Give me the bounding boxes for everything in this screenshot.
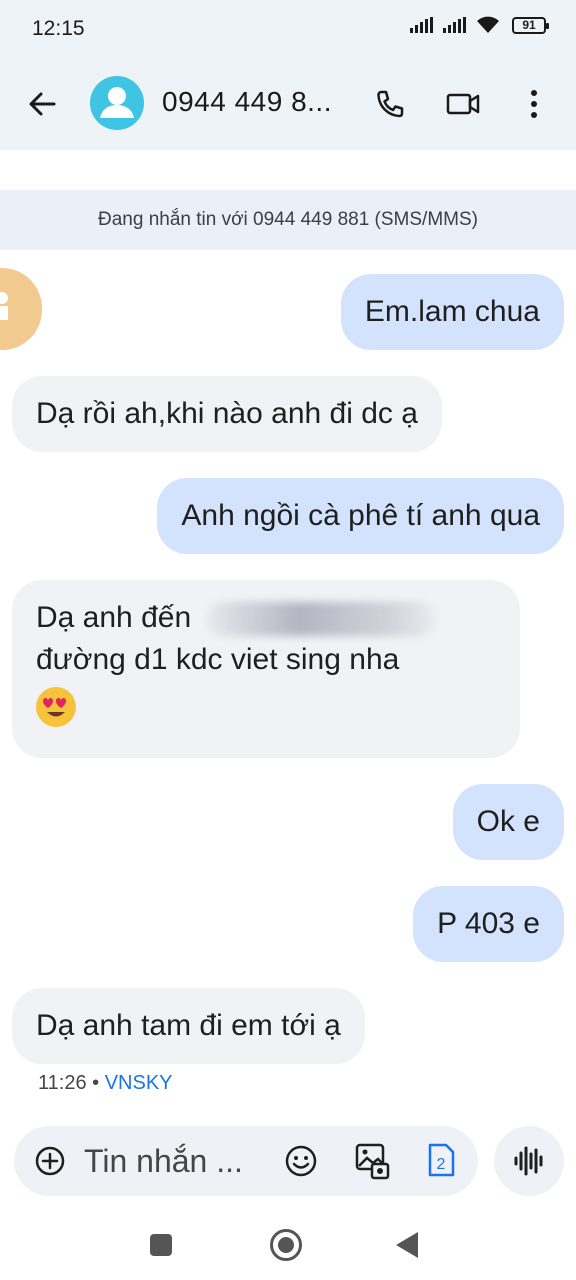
- compose-bar: Tin nhắn ... 2: [14, 1126, 478, 1196]
- message-bubble-incoming[interactable]: Dạ anh tam đi em tới ạ: [12, 988, 365, 1064]
- redacted-text-blur: [207, 602, 436, 637]
- contact-avatar[interactable]: [90, 76, 144, 130]
- message-bubble-incoming[interactable]: Dạ anh đến đường d1 kdc viet sing nha: [12, 580, 520, 758]
- signal-icon: [443, 17, 466, 33]
- sms-info-banner: Đang nhắn tin với 0944 449 881 (SMS/MMS): [0, 190, 576, 250]
- sim-card-icon[interactable]: 2: [426, 1142, 456, 1178]
- back-triangle-icon[interactable]: [396, 1232, 418, 1258]
- phone-icon[interactable]: [372, 86, 408, 122]
- message-bubble-outgoing[interactable]: Ok e: [452, 784, 564, 860]
- video-icon[interactable]: [444, 86, 482, 122]
- sim-number: 2: [437, 1156, 446, 1173]
- battery-icon: 91: [512, 16, 549, 34]
- voice-message-button[interactable]: [494, 1126, 564, 1196]
- app-bar: 0944 449 8...: [0, 58, 576, 150]
- meta-separator: •: [92, 1072, 100, 1094]
- message-bubble-outgoing[interactable]: Anh ngồi cà phê tí anh qua: [157, 478, 564, 554]
- message-line: [36, 685, 496, 728]
- back-arrow-icon[interactable]: [24, 86, 60, 122]
- message-input[interactable]: Tin nhắn ...: [84, 1140, 243, 1182]
- gallery-icon[interactable]: [354, 1142, 390, 1180]
- message-line: Dạ anh đến: [36, 597, 496, 639]
- message-bubble-outgoing[interactable]: P 403 e: [413, 886, 564, 962]
- message-bubble-outgoing[interactable]: Em.lam chua: [340, 274, 564, 350]
- message-line: đường d1 kdc viet sing nha: [36, 643, 400, 676]
- sender-avatar[interactable]: [0, 268, 42, 350]
- carrier-label: VNSKY: [104, 1072, 173, 1094]
- message-time: 11:26: [38, 1072, 87, 1094]
- status-bar: 12:15 91: [0, 0, 576, 58]
- heart-eyes-emoji: [36, 687, 76, 728]
- message-meta: 11:26 • VNSKY: [38, 1072, 173, 1095]
- person-icon: [100, 87, 134, 118]
- message-text: Dạ anh đến: [36, 601, 192, 634]
- voice-waveform-icon: [514, 1146, 543, 1176]
- status-icons: 91: [410, 16, 549, 34]
- emoji-icon[interactable]: [284, 1144, 318, 1178]
- system-nav-bar: [0, 1208, 576, 1280]
- recents-square-icon[interactable]: [150, 1234, 172, 1256]
- message-bubble-incoming[interactable]: Dạ rồi ah,khi nào anh đi dc ạ: [12, 376, 442, 452]
- status-time: 12:15: [32, 17, 85, 40]
- home-circle-icon[interactable]: [270, 1229, 302, 1261]
- wifi-icon: [477, 16, 499, 33]
- more-vert-icon[interactable]: [518, 86, 550, 122]
- contact-name[interactable]: 0944 449 8...: [162, 86, 332, 118]
- signal-icon: [410, 17, 433, 33]
- person-icon: [0, 292, 8, 320]
- add-circle-icon[interactable]: [34, 1145, 66, 1177]
